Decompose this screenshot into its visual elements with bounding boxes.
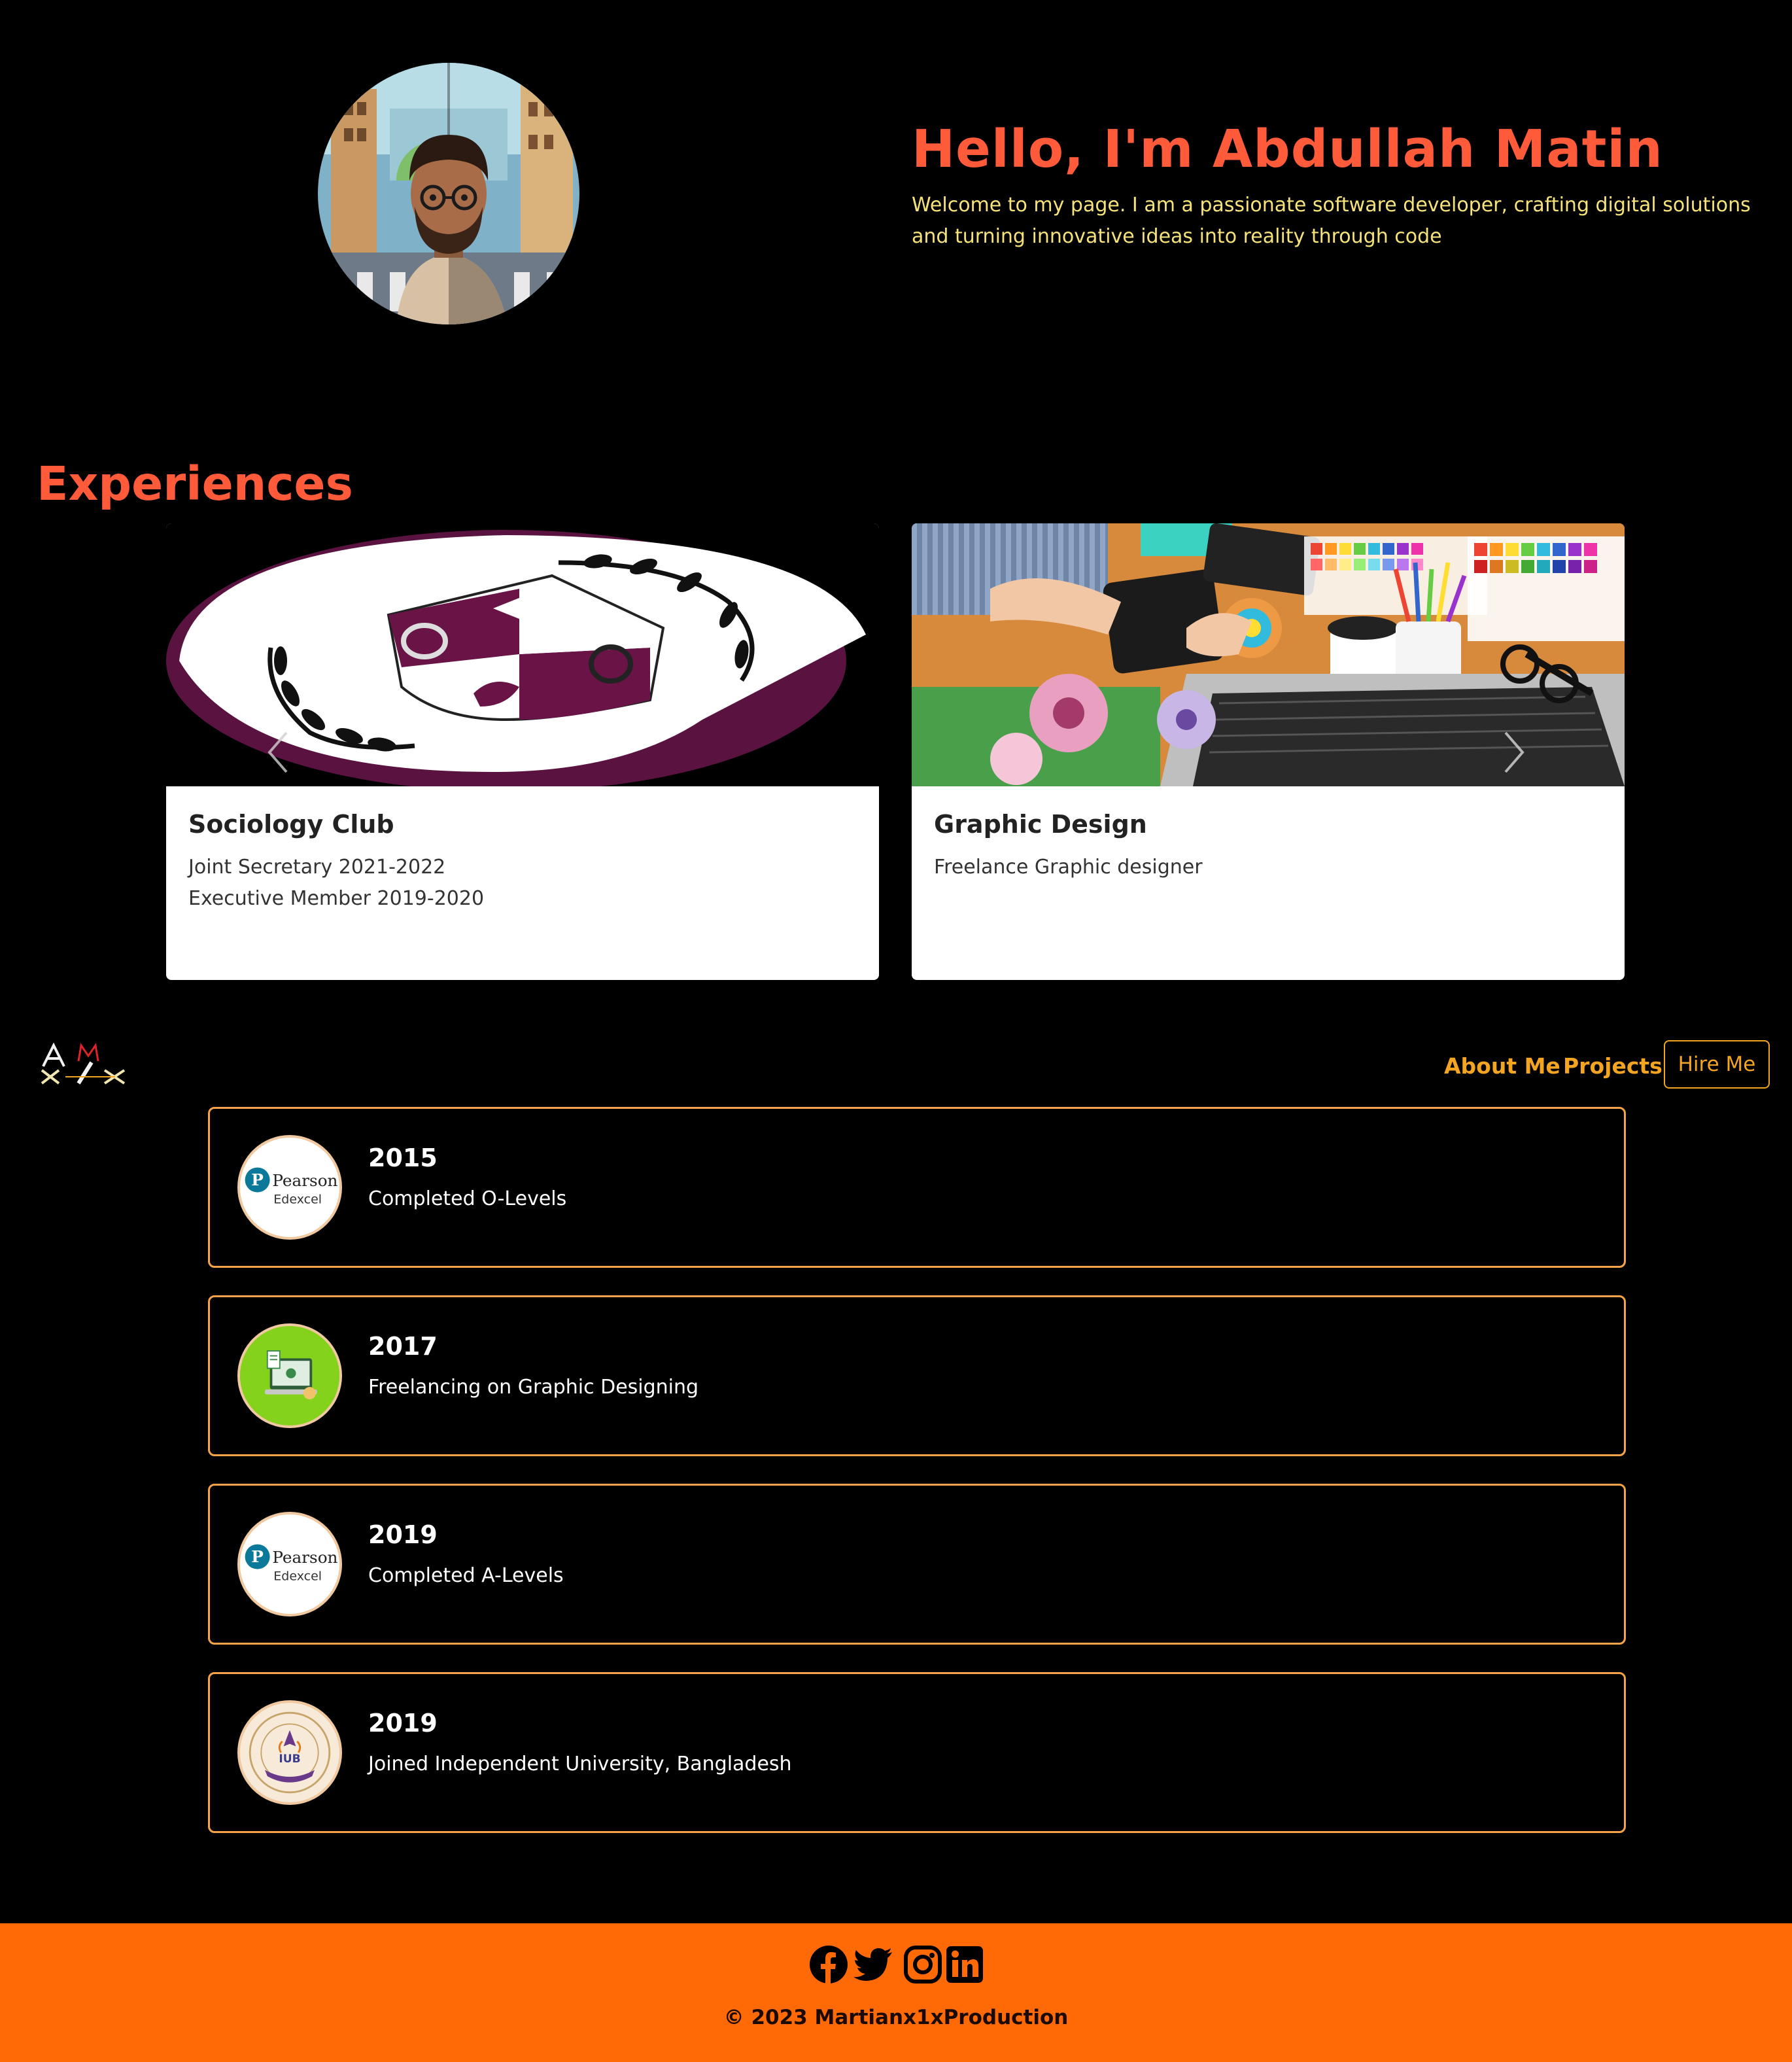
timeline-item: P Pearson Edexcel 2015 Completed O-Level… [208,1107,1626,1268]
timeline-item: IUB 2019 Joined Independent University, … [208,1672,1626,1833]
amx1x-logo[interactable] [39,1041,137,1087]
linkedin-icon[interactable] [944,1944,985,1985]
svg-text:P: P [251,1547,264,1566]
svg-text:Edexcel: Edexcel [273,1193,322,1207]
experience-title: Sociology Club [188,810,394,839]
timeline-item: 2017 Freelancing on Graphic Designing [208,1295,1626,1456]
pearson-edexcel-logo: P Pearson Edexcel [237,1135,342,1240]
timeline-text: Freelancing on Graphic Designing [368,1376,699,1399]
facebook-icon[interactable] [808,1944,849,1985]
experience-detail: Joint Secretary 2021-2022 [188,856,446,879]
freelancing-icon [237,1323,342,1428]
nav-about-me[interactable]: About Me [1444,1051,1560,1082]
hero-subtitle: Welcome to my page. I am a passionate so… [912,194,1751,248]
page-title: Hello, I'm Abdullah Matin [912,119,1663,179]
footer: © 2023 Martianx1xProduction [0,1923,1792,2062]
svg-text:Edexcel: Edexcel [273,1569,322,1584]
avatar [318,63,579,324]
iub-logo: IUB [237,1700,342,1805]
timeline-text: Joined Independent University, Banglades… [368,1753,792,1775]
pearson-edexcel-logo: P Pearson Edexcel [237,1512,342,1616]
timeline-year: 2015 [368,1144,438,1172]
timeline-text: Completed A-Levels [368,1564,564,1587]
timeline-year: 2017 [368,1332,438,1361]
timeline-year: 2019 [368,1520,438,1549]
experience-title: Graphic Design [934,810,1147,839]
experiences-heading: Experiences [37,457,353,511]
svg-text:Pearson: Pearson [272,1548,337,1567]
twitter-icon[interactable] [853,1944,893,1985]
svg-text:Pearson: Pearson [272,1171,337,1190]
carousel-prev-icon[interactable] [258,726,297,778]
hire-me-button[interactable]: Hire Me [1664,1040,1770,1089]
svg-text:IUB: IUB [279,1753,300,1766]
experience-detail: Freelance Graphic designer [934,856,1203,879]
instagram-icon[interactable] [903,1944,943,1985]
timeline-item: P Pearson Edexcel 2019 Completed A-Level… [208,1484,1626,1645]
svg-text:P: P [251,1170,264,1189]
carousel-next-icon[interactable] [1495,726,1534,778]
copyright-text: © 2023 Martianx1xProduction [723,2006,1069,2029]
experience-detail: Executive Member 2019-2020 [188,887,485,910]
timeline-year: 2019 [368,1709,438,1738]
nav-projects[interactable]: Projects [1563,1051,1663,1082]
timeline-text: Completed O-Levels [368,1187,567,1210]
